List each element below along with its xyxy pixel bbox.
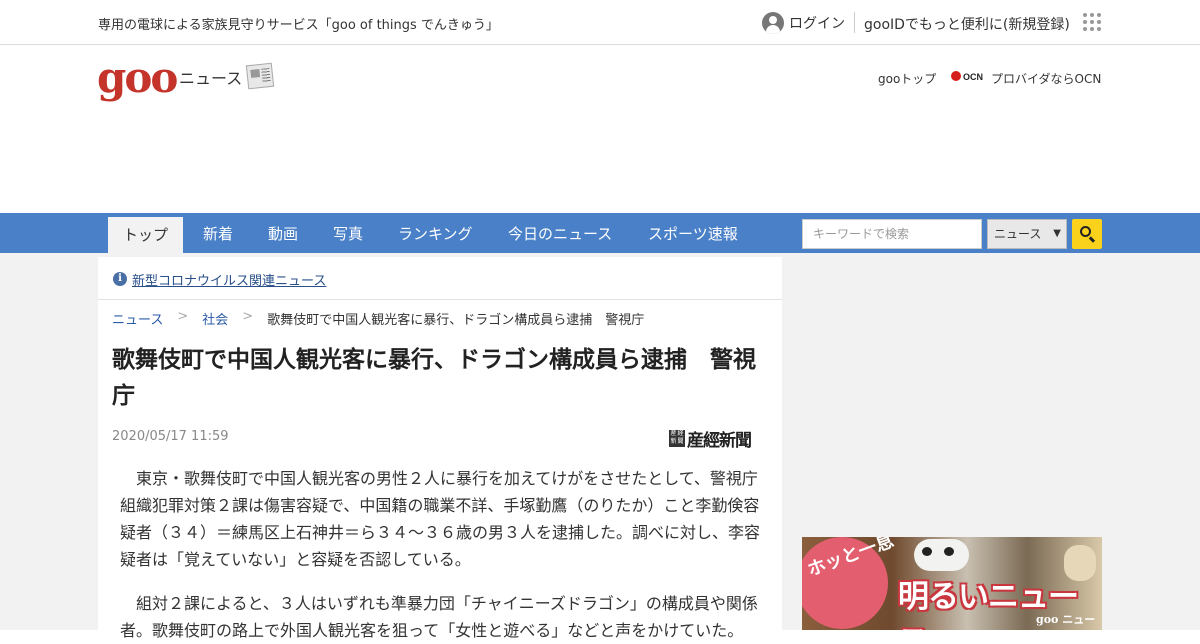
breadcrumb-separator: >: [242, 309, 254, 324]
article: i 新型コロナウイルス関連ニュース ニュース > 社会 > 歌舞伎町で中国人観光…: [98, 257, 782, 640]
article-paragraph: 組対２課によると、３人はいずれも準暴力団「チャイニーズドラゴン」の構成員や関係者…: [120, 594, 758, 640]
panda-image: [914, 539, 969, 571]
section-title[interactable]: ニュース: [179, 65, 242, 89]
site-header: goo ニュース gooトップ OCN プロバイダならOCN: [0, 45, 1200, 213]
publish-date: 2020/05/17 11:59: [112, 429, 229, 444]
goo-news-mark: goo ニュース: [1036, 613, 1096, 630]
breadcrumb-news[interactable]: ニュース: [112, 309, 163, 328]
promo-link[interactable]: 専用の電球による家族見守りサービス「goo of things でんきゅう」: [98, 14, 499, 33]
breadcrumb-separator: >: [177, 309, 189, 324]
source-logo[interactable]: 産経 新聞 産經新聞: [669, 426, 752, 451]
main-nav: トップ 新着 動画 写真 ランキング 今日のニュース スポーツ速報 キーワードで…: [0, 213, 1200, 253]
info-icon: i: [113, 272, 127, 286]
search-category-select[interactable]: ニュース ▼: [987, 219, 1067, 249]
login-label: ログイン: [789, 16, 845, 32]
ocn-logo-text: OCN: [963, 72, 983, 82]
user-icon: [762, 12, 784, 34]
tab-sports[interactable]: スポーツ速報: [648, 213, 738, 253]
register-link[interactable]: gooIDでもっと便利に(新規登録): [864, 14, 1070, 34]
tab-ranking[interactable]: ランキング: [398, 213, 473, 253]
search-icon: [1080, 226, 1091, 237]
tab-top[interactable]: トップ: [108, 217, 184, 253]
tab-new[interactable]: 新着: [203, 213, 233, 253]
tab-photo[interactable]: 写真: [333, 213, 363, 253]
search-button[interactable]: [1072, 219, 1102, 249]
ocn-link[interactable]: プロバイダならOCN: [991, 70, 1101, 87]
select-value: ニュース: [994, 227, 1042, 241]
page-title: 歌舞伎町で中国人観光客に暴行、ドラゴン構成員ら逮捕 警視庁: [112, 347, 756, 409]
goo-logo[interactable]: goo: [97, 55, 178, 101]
goo-top-link[interactable]: gooトップ: [878, 70, 936, 87]
article-paragraph: 東京・歌舞伎町で中国人観光客の男性２人に暴行を加えてけがをさせたとして、警視庁組…: [120, 469, 761, 569]
tab-video[interactable]: 動画: [268, 213, 298, 253]
top-bar: 専用の電球による家族見守りサービス「goo of things でんきゅう」 ロ…: [0, 0, 1200, 45]
tab-today[interactable]: 今日のニュース: [508, 213, 612, 253]
login-link[interactable]: ログイン: [762, 11, 845, 35]
breadcrumb-current: 歌舞伎町で中国人観光客に暴行、ドラゴン構成員ら逮捕 警視庁: [267, 313, 645, 328]
source-name: 産經新聞: [687, 431, 752, 451]
breadcrumb: ニュース > 社会 > 歌舞伎町で中国人観光客に暴行、ドラゴン構成員ら逮捕 警視…: [112, 309, 644, 328]
sankei-mark-icon: 産経 新聞: [669, 430, 685, 447]
ocn-logo-icon[interactable]: OCN: [951, 69, 987, 83]
bright-news-banner[interactable]: ホッと一息 明るいニュース goo ニュース: [802, 537, 1102, 630]
corona-link[interactable]: 新型コロナウイルス関連ニュース: [132, 270, 326, 289]
chevron-down-icon: ▼: [1053, 228, 1061, 239]
breadcrumb-society[interactable]: 社会: [202, 309, 228, 328]
newspaper-icon: [245, 62, 275, 90]
search-input[interactable]: キーワードで検索: [802, 219, 982, 249]
apps-grid-icon[interactable]: [1083, 13, 1101, 31]
corona-banner: i 新型コロナウイルス関連ニュース: [98, 257, 782, 300]
divider: [854, 12, 855, 33]
